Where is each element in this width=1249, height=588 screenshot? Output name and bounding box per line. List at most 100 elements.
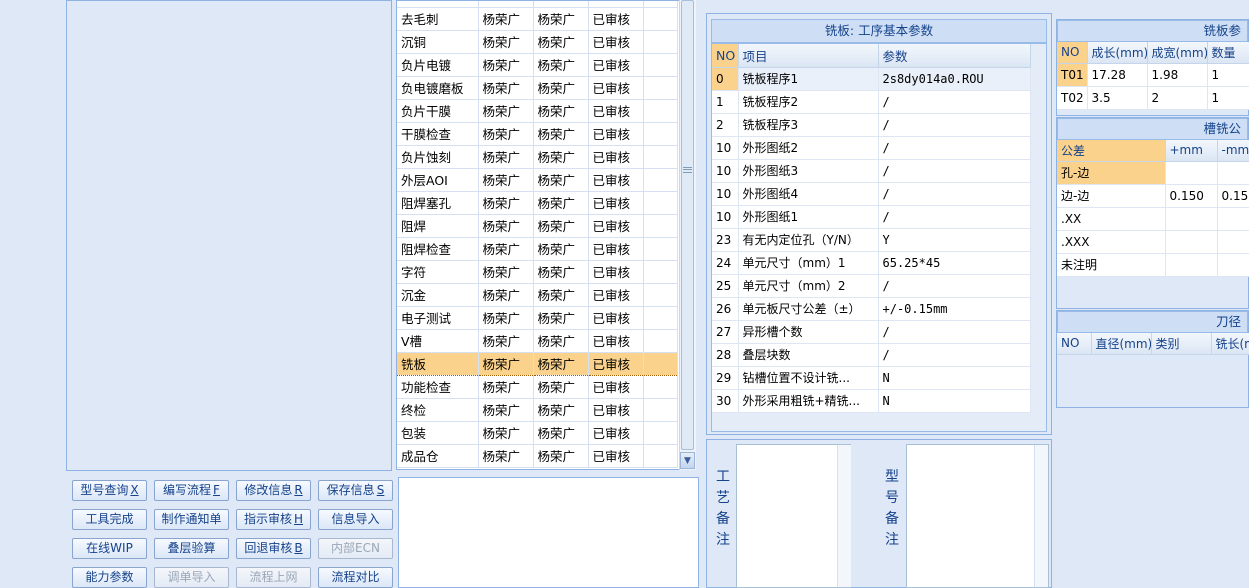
param-cell-value[interactable]: +/-0.15mm [878,297,1031,321]
route-cell-a[interactable]: 杨荣广 [478,53,534,77]
route-cell-status[interactable]: 已审核 [588,283,644,307]
notes-textarea[interactable] [398,477,699,588]
route-scroll-thumb[interactable] [681,0,694,450]
param-cell-no[interactable]: 10 [712,136,739,160]
route-cell-proc[interactable]: 终检 [397,398,479,422]
route-cell-b[interactable]: 杨荣广 [533,351,589,376]
route-cell-proc[interactable]: 电子测试 [397,306,479,330]
route-cell-proc[interactable]: 负片蚀刻 [397,145,479,169]
param-cell-item[interactable]: 铣板程序2 [738,90,879,114]
col-header-item[interactable]: 项目 [738,44,879,68]
route-cell-proc[interactable]: 阻焊检查 [397,237,479,261]
route-cell-b[interactable]: 杨荣广 [533,191,589,215]
table-row[interactable]: 30 外形采用粗铣+精铣... N [712,389,1031,413]
route-cell-b[interactable] [533,1,589,8]
param-cell-value[interactable]: / [878,320,1031,344]
route-cell-extra[interactable] [643,53,678,77]
route-cell-extra[interactable] [643,306,678,330]
table-row[interactable]: 负电镀磨板 杨荣广 杨荣广 已审核 [397,76,678,100]
table-cell[interactable]: 17.28 [1087,63,1148,87]
param-cell-value[interactable]: / [878,182,1031,206]
action-button[interactable]: 编写流程 F [154,480,229,501]
route-cell-a[interactable] [478,1,534,8]
table-cell[interactable]: 未注明 [1057,253,1166,277]
route-cell-extra[interactable] [643,7,678,31]
col-header[interactable]: 成宽(mm) [1147,42,1208,64]
route-cell-status[interactable]: 已审核 [588,306,644,330]
col-header[interactable]: +mm [1165,140,1218,162]
action-button[interactable]: 型号查询 X [72,480,147,501]
process-route-table[interactable]: 去毛刺 杨荣广 杨荣广 已审核 沉铜 杨荣广 杨荣广 已审核 负片电镀 杨荣广 杨荣广 已审核 负电镀磨… [396,0,680,470]
route-cell-extra[interactable] [643,421,678,445]
table-cell[interactable] [1217,161,1249,185]
table-cell[interactable]: .XXX [1057,230,1166,254]
table-row[interactable]: 10 外形图纸1/ [712,205,1031,229]
table-row[interactable]: 铣板 杨荣广 杨荣广 已审核 [397,351,678,376]
route-cell-a[interactable]: 杨荣广 [478,398,534,422]
param-cell-value[interactable]: 65.25*45 [878,251,1031,275]
table-row[interactable]: 27 异形槽个数 / [712,320,1031,344]
table-row[interactable]: 孔-边 [1057,161,1249,185]
route-cell-extra[interactable] [643,237,678,261]
route-cell-proc[interactable]: V槽 [397,329,479,353]
col-header-no[interactable]: NO [712,44,739,68]
col-header[interactable]: 直径(mm) [1091,333,1152,355]
route-cell-status[interactable]: 已审核 [588,421,644,445]
route-cell-a[interactable]: 杨荣广 [478,99,534,123]
table-row[interactable]: 终检 杨荣广 杨荣广 已审核 [397,398,678,422]
table-row[interactable]: 边-边 0.150 0.15 [1057,184,1249,208]
table-row[interactable]: 10 外形图纸3/ [712,159,1031,183]
table-row[interactable]: 29 钻槽位置不设计铣... N [712,366,1031,390]
table-cell[interactable] [1165,161,1218,185]
table-cell[interactable]: T01 [1057,63,1088,87]
route-cell-proc[interactable]: 阻焊塞孔 [397,191,479,215]
param-cell-no[interactable]: 30 [712,389,739,413]
action-button[interactable]: 调单导入 [154,567,229,588]
action-button[interactable]: 能力参数 [72,567,147,588]
route-cell-proc[interactable]: 外层AOI [397,168,479,192]
table-row[interactable]: 1 铣板程序2/ [712,90,1031,114]
route-cell-proc[interactable]: 负片电镀 [397,53,479,77]
route-cell-status[interactable]: 已审核 [588,214,644,238]
route-cell-a[interactable]: 杨荣广 [478,30,534,54]
route-cell-a[interactable]: 杨荣广 [478,191,534,215]
table-row[interactable]: T01 17.28 1.98 1 [1057,63,1249,87]
param-cell-no[interactable]: 29 [712,366,739,390]
route-cell-status[interactable]: 已审核 [588,145,644,169]
table-row[interactable]: 电子测试 杨荣广 杨荣广 已审核 [397,306,678,330]
route-cell-b[interactable]: 杨荣广 [533,398,589,422]
route-cell-a[interactable]: 杨荣广 [478,283,534,307]
param-cell-value[interactable]: / [878,274,1031,298]
route-cell-b[interactable]: 杨荣广 [533,329,589,353]
table-row[interactable]: 25 单元尺寸（mm）2/ [712,274,1031,298]
table-row[interactable]: 26 单元板尺寸公差（±） +/-0.15mm [712,297,1031,321]
table-row[interactable]: 10 外形图纸2/ [712,136,1031,160]
col-header[interactable]: 铣长(m [1211,333,1249,355]
route-cell-b[interactable]: 杨荣广 [533,122,589,146]
param-cell-item[interactable]: 外形图纸1 [738,205,879,229]
route-cell-extra[interactable] [643,30,678,54]
table-row[interactable]: 0 铣板程序1 2s8dy014a0.ROU [712,67,1031,91]
route-cell-proc[interactable]: 包装 [397,421,479,445]
route-cell-extra[interactable] [643,329,678,353]
col-header[interactable]: 数量 [1207,42,1249,64]
action-button[interactable]: 指示审核 H [236,509,311,530]
table-row[interactable]: .XX [1057,207,1249,231]
param-cell-value[interactable]: / [878,90,1031,114]
route-cell-b[interactable]: 杨荣广 [533,444,589,468]
table-row[interactable]: 功能检查 杨荣广 杨荣广 已审核 [397,375,678,399]
action-button[interactable]: 信息导入 [318,509,393,530]
route-cell-status[interactable]: 已审核 [588,30,644,54]
param-cell-no[interactable]: 1 [712,90,739,114]
route-cell-proc[interactable]: 负片干膜 [397,99,479,123]
route-cell-proc[interactable]: 干膜检查 [397,122,479,146]
route-cell-status[interactable]: 已审核 [588,191,644,215]
route-cell-a[interactable]: 杨荣广 [478,7,534,31]
route-cell-proc[interactable]: 阻焊 [397,214,479,238]
route-cell-a[interactable]: 杨荣广 [478,329,534,353]
action-button[interactable]: 回退审核 B [236,538,311,559]
route-cell-a[interactable]: 杨荣广 [478,168,534,192]
param-cell-no[interactable]: 24 [712,251,739,275]
process-remark-input[interactable] [736,444,851,588]
route-cell-a[interactable]: 杨荣广 [478,306,534,330]
